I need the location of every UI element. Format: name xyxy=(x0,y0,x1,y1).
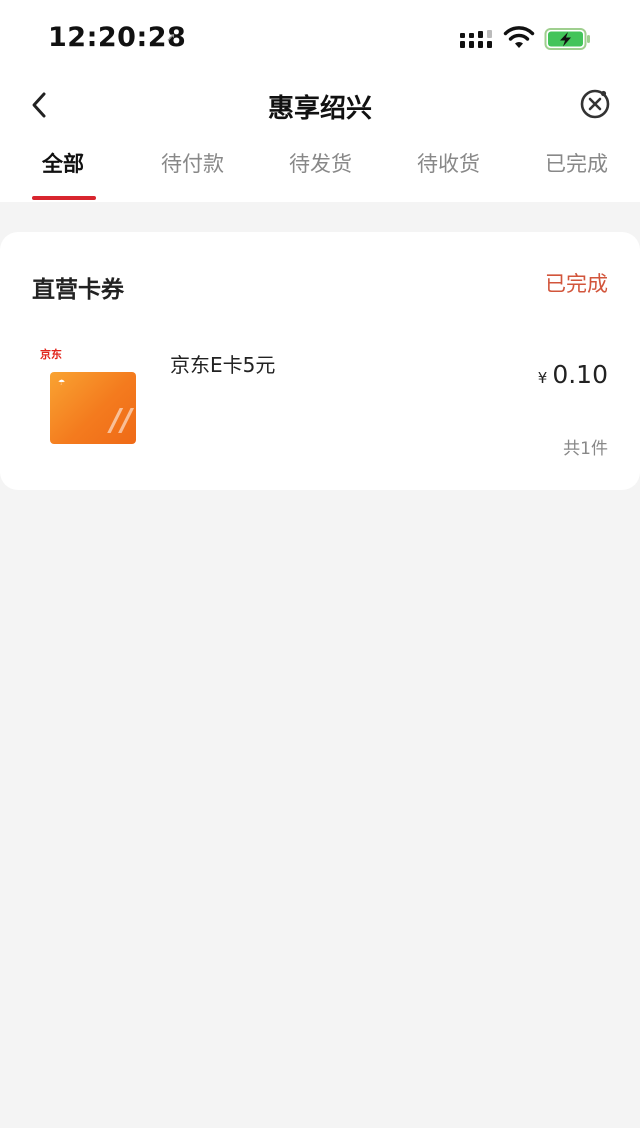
active-tab-indicator xyxy=(32,196,96,200)
product-name: 京东E卡5元 xyxy=(170,353,276,377)
price-amount: 0.10 xyxy=(552,360,608,389)
order-status-badge: 已完成 xyxy=(545,272,608,296)
product-thumbnail[interactable]: 京东 ☂ // xyxy=(30,336,146,452)
item-count: 共1件 xyxy=(563,439,608,459)
order-tabs: 全部 待付款 待发货 待收货 已完成 xyxy=(0,134,640,202)
order-card[interactable]: 直营卡券 已完成 京东 ☂ // 京东E卡5元 ¥ 0.10 共1件 xyxy=(0,232,640,490)
jd-dog-icon: ☂ xyxy=(58,378,66,387)
jd-logo: 京东 xyxy=(40,348,62,361)
battery-charging-icon xyxy=(544,28,590,50)
app-header: 12:20:28 ➚ 惠享绍兴 全部 待付款 待发货 待收货 已完成 xyxy=(0,0,640,202)
wifi-icon xyxy=(503,26,535,48)
tab-completed[interactable]: 已完成 xyxy=(545,148,608,178)
product-price: ¥ 0.10 xyxy=(538,360,608,389)
tab-pending-shipment[interactable]: 待发货 xyxy=(289,148,352,178)
nav-bar: 惠享绍兴 xyxy=(0,76,640,134)
tab-all[interactable]: 全部 xyxy=(42,148,84,178)
location-arrow-icon: ➚ xyxy=(166,30,177,44)
gift-card-image: ☂ // xyxy=(50,372,136,444)
page-title: 惠享绍兴 xyxy=(267,94,372,124)
status-bar: 12:20:28 ➚ xyxy=(0,0,640,76)
tab-pending-payment[interactable]: 待付款 xyxy=(161,148,224,178)
close-miniprogram-icon[interactable] xyxy=(578,87,612,121)
cellular-signal-icon xyxy=(460,30,492,48)
currency-symbol: ¥ xyxy=(537,369,548,387)
store-name: 直营卡券 xyxy=(32,277,124,303)
tab-pending-receipt[interactable]: 待收货 xyxy=(417,148,480,178)
card-watermark: // xyxy=(110,403,132,438)
